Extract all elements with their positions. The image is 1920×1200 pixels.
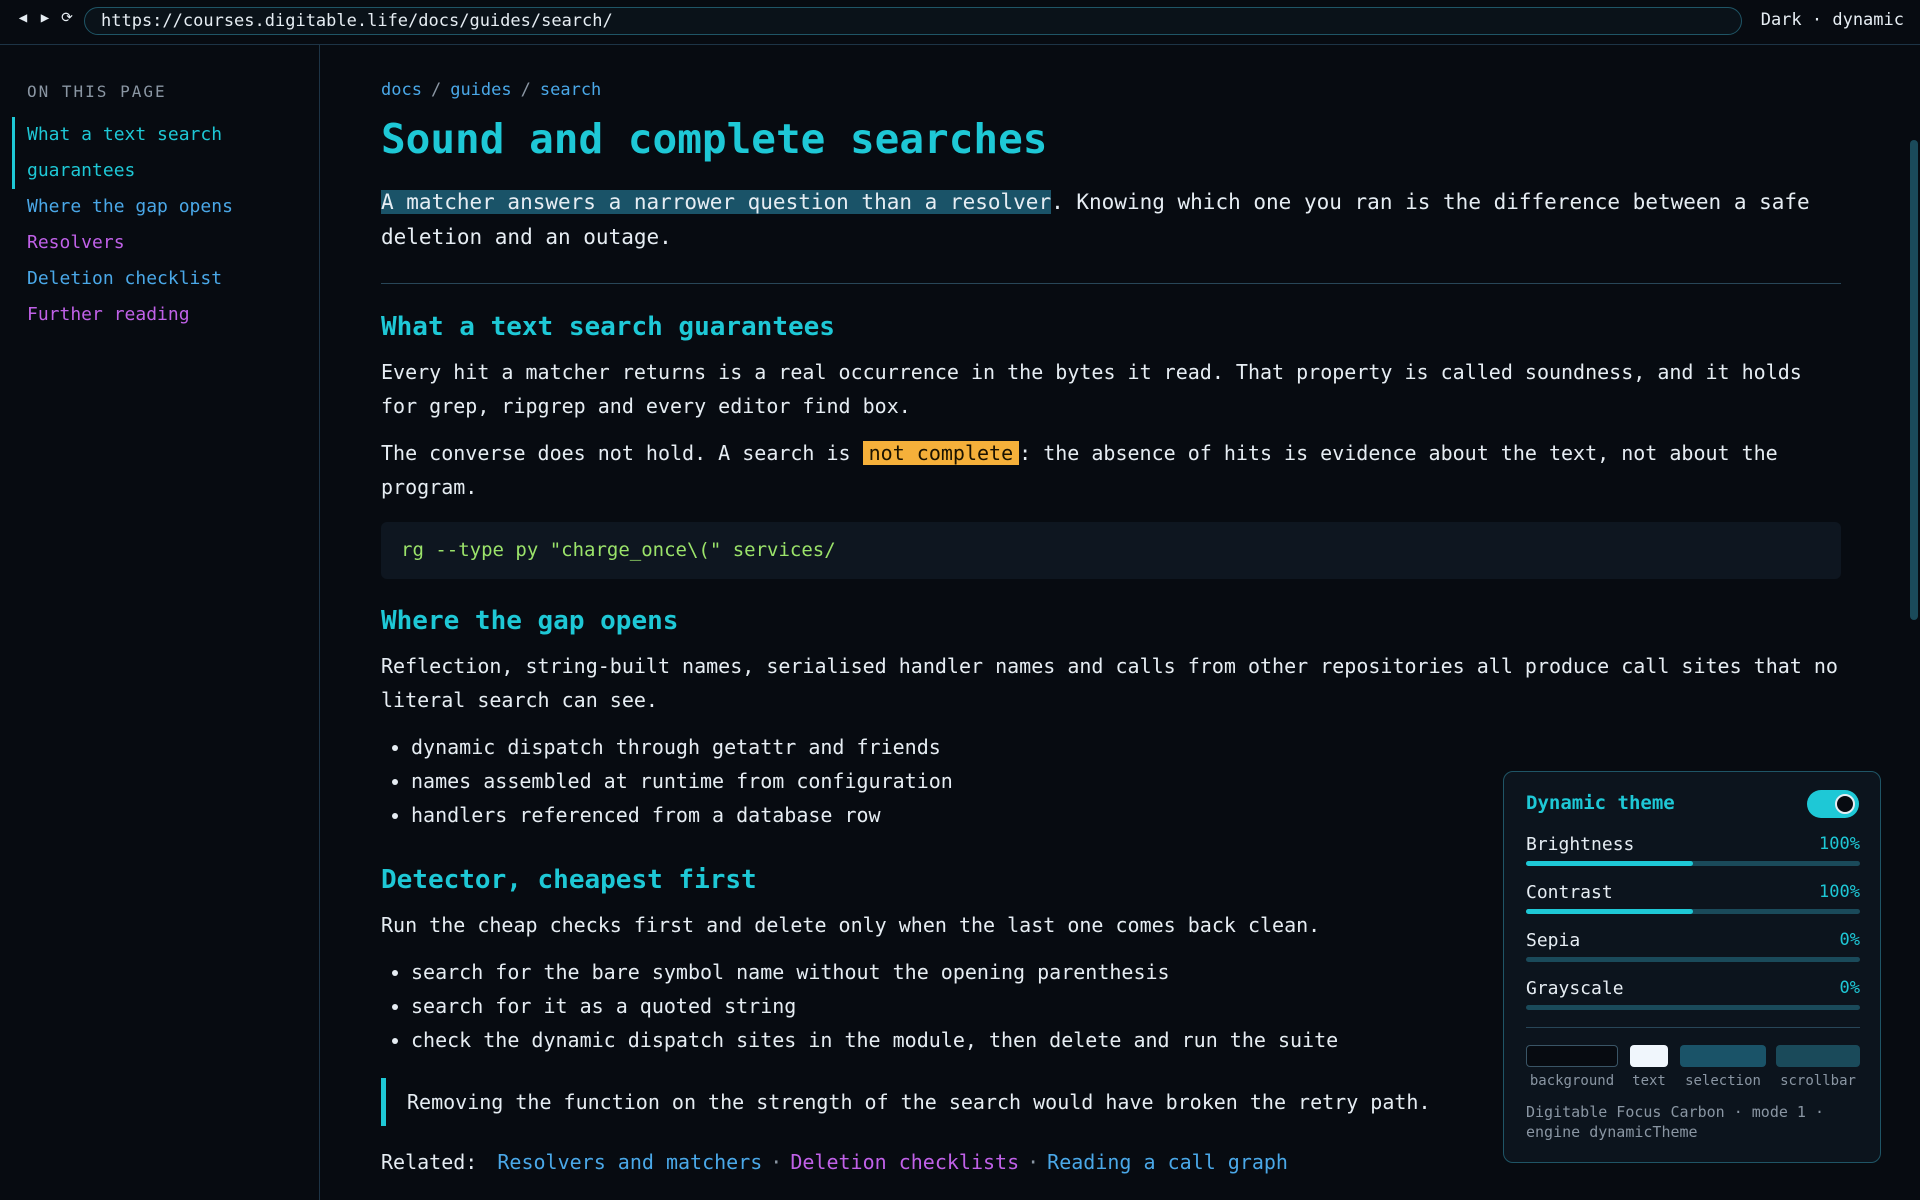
contrast-slider[interactable]: Contrast 100% bbox=[1526, 882, 1860, 922]
highlight-mark: not complete bbox=[862, 441, 1020, 465]
swatch-label: selection bbox=[1685, 1073, 1761, 1089]
swatch-box[interactable] bbox=[1776, 1045, 1860, 1067]
toc-item-resolvers[interactable]: Resolvers bbox=[12, 225, 312, 261]
list-item: check the dynamic dispatch sites in the … bbox=[411, 1023, 1338, 1057]
toc-heading: ON THIS PAGE bbox=[27, 82, 167, 101]
slider-label: Contrast bbox=[1526, 882, 1613, 903]
scrollbar-thumb[interactable] bbox=[1910, 140, 1918, 620]
breadcrumb-guides[interactable]: guides bbox=[450, 80, 511, 100]
swatch-scrollbar[interactable]: scrollbar bbox=[1776, 1045, 1860, 1089]
toc-list: What a text search guarantees Where the … bbox=[12, 117, 312, 333]
brightness-slider[interactable]: Brightness 100% bbox=[1526, 834, 1860, 874]
list-item: handlers referenced from a database row bbox=[411, 798, 953, 832]
list-item: dynamic dispatch through getattr and fri… bbox=[411, 730, 953, 764]
swatch-selection[interactable]: selection bbox=[1680, 1045, 1766, 1089]
panel-footer: Digitable Focus Carbon · mode 1 · engine… bbox=[1526, 1103, 1825, 1141]
section-heading-detector: Detector, cheapest first bbox=[381, 865, 757, 895]
swatch-label: scrollbar bbox=[1780, 1073, 1856, 1089]
swatch-box[interactable] bbox=[1630, 1045, 1668, 1067]
bullet-list-detector: search for the bare symbol name without … bbox=[381, 955, 1338, 1057]
reload-icon[interactable]: ⟳ bbox=[60, 10, 74, 26]
toc-item-further-reading[interactable]: Further reading bbox=[12, 297, 312, 333]
swatch-label: background bbox=[1529, 1073, 1615, 1089]
list-item: search for it as a quoted string bbox=[411, 989, 1338, 1023]
blockquote: Removing the function on the strength of… bbox=[381, 1078, 1481, 1126]
toc-item-gap-opens[interactable]: Where the gap opens bbox=[12, 189, 312, 225]
toc-item-deletion-checklist[interactable]: Deletion checklist bbox=[12, 261, 312, 297]
related-separator: · bbox=[770, 1150, 783, 1174]
slider-label: Sepia bbox=[1526, 930, 1581, 951]
page-scrollbar[interactable] bbox=[1908, 45, 1920, 1200]
breadcrumb: docs / guides / search bbox=[381, 80, 601, 100]
panel-divider bbox=[1526, 1027, 1860, 1028]
slider-value: 100% bbox=[1819, 882, 1860, 902]
section-heading-guarantees: What a text search guarantees bbox=[381, 312, 835, 342]
sepia-slider[interactable]: Sepia 0% bbox=[1526, 930, 1860, 970]
toggle-knob bbox=[1835, 794, 1855, 814]
back-icon[interactable]: ◀ bbox=[16, 10, 30, 26]
slider-track[interactable] bbox=[1526, 957, 1860, 962]
slider-value: 0% bbox=[1839, 930, 1860, 950]
related-link-resolvers[interactable]: Resolvers and matchers bbox=[497, 1150, 762, 1174]
page-title: Sound and complete searches bbox=[381, 115, 1048, 163]
related-link-deletion-checklists[interactable]: Deletion checklists bbox=[790, 1150, 1019, 1174]
selected-text: A matcher answers a narrower question th… bbox=[381, 190, 1052, 214]
breadcrumb-separator: / bbox=[520, 80, 531, 100]
slider-fill bbox=[1526, 861, 1693, 866]
breadcrumb-separator: / bbox=[430, 80, 442, 100]
browser-toolbar: ◀ ▶ ⟳ https://courses.digitable.life/doc… bbox=[0, 0, 1920, 45]
slider-track[interactable] bbox=[1526, 1005, 1860, 1010]
sidebar: ON THIS PAGE What a text search guarante… bbox=[0, 45, 320, 1200]
section-heading-gap-opens: Where the gap opens bbox=[381, 606, 679, 636]
slider-track[interactable] bbox=[1526, 909, 1860, 914]
slider-track[interactable] bbox=[1526, 861, 1860, 866]
dynamic-theme-panel: Dynamic theme Brightness 100% Contrast 1… bbox=[1503, 771, 1881, 1163]
breadcrumb-docs[interactable]: docs bbox=[381, 80, 422, 100]
code-block: rg --type py "charge_once\(" services/ bbox=[381, 522, 1841, 579]
nav-buttons: ◀ ▶ ⟳ bbox=[16, 10, 74, 26]
toc-item-text-search-guarantees[interactable]: What a text search guarantees bbox=[12, 117, 312, 189]
divider bbox=[381, 283, 1841, 284]
grayscale-slider[interactable]: Grayscale 0% bbox=[1526, 978, 1860, 1018]
text-span: The converse does not hold. A search is bbox=[381, 441, 863, 465]
forward-icon[interactable]: ▶ bbox=[38, 10, 52, 26]
swatch-background[interactable]: background bbox=[1526, 1045, 1618, 1089]
slider-value: 100% bbox=[1819, 834, 1860, 854]
related-separator: · bbox=[1027, 1150, 1040, 1174]
breadcrumb-search[interactable]: search bbox=[540, 80, 601, 100]
lead-paragraph: A matcher answers a narrower question th… bbox=[381, 185, 1841, 255]
theme-mode-label[interactable]: Dark · dynamic bbox=[1761, 10, 1904, 30]
swatch-box[interactable] bbox=[1526, 1045, 1618, 1067]
related-links: Related: Resolvers and matchers · Deletion… bbox=[381, 1145, 1288, 1179]
list-item: search for the bare symbol name without … bbox=[411, 955, 1338, 989]
slider-label: Brightness bbox=[1526, 834, 1635, 855]
slider-label: Grayscale bbox=[1526, 978, 1624, 999]
swatch-box[interactable] bbox=[1680, 1045, 1766, 1067]
swatch-label: text bbox=[1632, 1073, 1666, 1089]
paragraph-gap: Reflection, string-built names, serialis… bbox=[381, 654, 1838, 712]
url-bar[interactable]: https://courses.digitable.life/docs/guid… bbox=[84, 7, 1742, 35]
list-item: names assembled at runtime from configur… bbox=[411, 764, 953, 798]
dynamic-theme-toggle[interactable] bbox=[1807, 790, 1859, 818]
bullet-list-gap: dynamic dispatch through getattr and fri… bbox=[381, 730, 953, 832]
related-link-call-graph[interactable]: Reading a call graph bbox=[1047, 1150, 1288, 1174]
slider-value: 0% bbox=[1839, 978, 1860, 998]
slider-fill bbox=[1526, 909, 1693, 914]
panel-title: Dynamic theme bbox=[1526, 792, 1675, 814]
swatch-text[interactable]: text bbox=[1630, 1045, 1668, 1089]
paragraph-completeness: The converse does not hold. A search is … bbox=[381, 436, 1841, 504]
paragraph-soundness: Every hit a matcher returns is a real oc… bbox=[381, 360, 1802, 418]
related-label: Related: bbox=[381, 1150, 478, 1174]
